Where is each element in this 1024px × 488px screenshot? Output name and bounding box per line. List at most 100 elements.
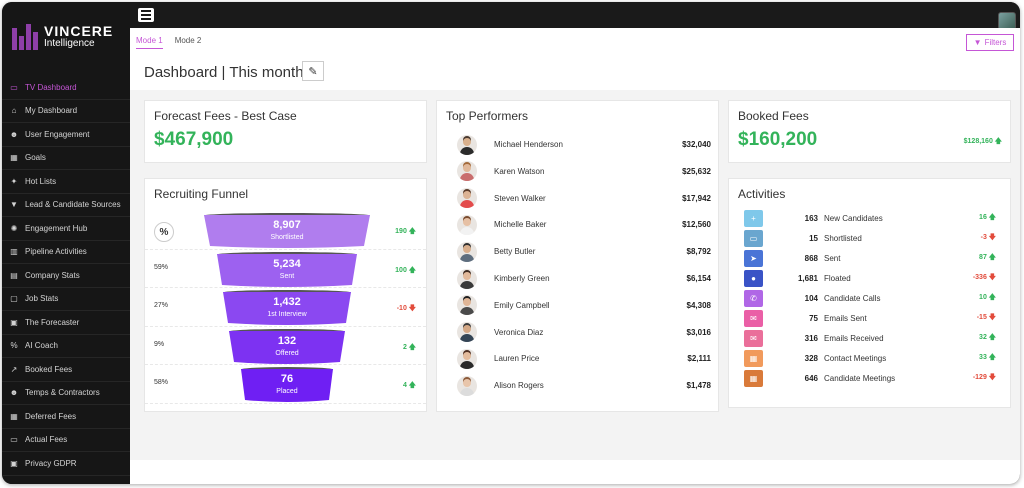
arrow-up-icon: 🡅 — [986, 253, 996, 261]
users-icon: ☻ — [9, 129, 19, 139]
performer-row[interactable]: Michelle Baker $12,560 — [457, 211, 711, 238]
sidebar-item-label: Pipeline Activities — [25, 247, 87, 257]
funnel-delta: 100 🡅 — [395, 266, 416, 277]
sidebar-item-my-dashboard[interactable]: ⌂ My Dashboard — [2, 100, 130, 123]
activity-delta-value: 16 — [979, 213, 987, 221]
activity-count: 328 — [804, 353, 818, 363]
sidebar-item-label: Company Stats — [25, 270, 80, 280]
sidebar-item-deferred-fees[interactable]: ▦ Deferred Fees — [2, 405, 130, 429]
sidebar-item-lead-candidate-sources[interactable]: ▼ Lead & Candidate Sources — [2, 194, 130, 217]
performer-row[interactable]: Alison Rogers $1,478 — [457, 372, 711, 399]
funnel-delta: -10 🡇 — [397, 304, 416, 315]
activity-delta-value: 87 — [979, 253, 987, 261]
funnel-delta-value: 100 — [395, 266, 407, 274]
activity-row[interactable]: +163 New Candidates 16 🡅 — [744, 208, 996, 228]
fire-icon: ✦ — [10, 176, 18, 186]
sidebar-item-hot-lists[interactable]: ✦ Hot Lists — [2, 170, 130, 194]
sidebar-item-actual-fees[interactable]: ▭ Actual Fees — [2, 429, 130, 452]
calendar-icon: ▦ — [744, 349, 763, 367]
activity-row[interactable]: ▦ 328 Contact Meetings 33 🡅 — [744, 348, 996, 368]
sidebar-item-engagement-hub[interactable]: ✺ Engagement Hub — [2, 217, 130, 241]
receipt-icon: ▭ — [10, 435, 18, 445]
activity-delta: 10 🡅 — [979, 293, 996, 304]
percent-icon: % — [10, 341, 18, 351]
performer-amount: $6,154 — [686, 274, 711, 283]
performer-row[interactable]: Karen Watson $25,632 — [457, 158, 711, 185]
activity-delta: 87 🡅 — [979, 253, 996, 264]
menu-icon[interactable] — [138, 8, 154, 22]
tab-mode-1[interactable]: Mode 1 — [136, 36, 163, 49]
funnel-stage-placed[interactable]: 76 Placed — [203, 367, 371, 402]
performer-amount: $1,478 — [686, 381, 711, 391]
activity-count: 15 — [809, 233, 818, 243]
performer-row[interactable]: Emily Campbell $4,308 — [457, 292, 711, 319]
activity-delta: 33 🡅 — [979, 353, 996, 364]
booked-fees-sub-value: $128,160 🡅 — [963, 138, 1002, 145]
funnel-stage-label: Shortlisted — [270, 234, 304, 241]
clipboard-icon: ▢ — [10, 294, 18, 304]
forecast-title: Forecast Fees - Best Case — [154, 109, 297, 123]
funnel-icon: ▼ — [10, 200, 18, 210]
performer-row[interactable]: Veronica Diaz $3,016 — [457, 319, 711, 346]
funnel-stage-1st-interview[interactable]: 1,432 1st Interview — [203, 290, 371, 325]
sidebar-item-user-engagement[interactable]: ☻ User Engagement — [2, 123, 130, 147]
envelope-icon: ✉ — [744, 309, 763, 327]
activity-count: 163 — [804, 213, 818, 223]
funnel-stage-offered[interactable]: 132 Offered — [203, 328, 371, 364]
trend-icon: ↗ — [10, 364, 18, 374]
user-plus-icon: + — [744, 209, 763, 227]
sidebar-item-ai-coach[interactable]: % AI Coach — [2, 335, 130, 358]
activity-delta-value: 33 — [979, 353, 987, 361]
arrow-down-icon: 🡇 — [986, 273, 996, 281]
sidebar-item-label: Lead & Candidate Sources — [25, 200, 121, 210]
activity-count: 104 — [804, 293, 818, 303]
sidebar-item-privacy-gdpr[interactable]: ▣ Privacy GDPR — [2, 452, 130, 476]
performer-row[interactable]: Betty Butler $8,792 — [457, 238, 711, 265]
performer-row[interactable]: Steven Walker $17,942 — [457, 185, 711, 212]
performer-name: Michelle Baker — [494, 220, 547, 230]
sidebar-item-tv-dashboard[interactable]: ▭ TV Dashboard — [2, 76, 130, 100]
activity-label: Floated — [824, 273, 851, 283]
performer-row[interactable]: Michael Henderson $32,040 — [457, 131, 711, 158]
funnel-stage-shortlisted[interactable]: 8,907 Shortlisted — [203, 213, 371, 248]
logo: VINCERE Intelligence — [12, 24, 113, 50]
performer-row[interactable]: Kimberly Green $6,154 — [457, 265, 711, 292]
filters-button[interactable]: ▼ Filters — [966, 34, 1014, 51]
activity-row[interactable]: ● 1,681 Floated -336 🡇 — [744, 268, 996, 288]
activity-label: Emails Sent — [824, 313, 867, 323]
performer-avatar — [457, 134, 477, 155]
performer-avatar — [457, 295, 477, 316]
sidebar-item-the-forecaster[interactable]: ▣ The Forecaster — [2, 311, 130, 335]
tab-mode-2[interactable]: Mode 2 — [175, 36, 202, 49]
edit-icon[interactable]: ✎ — [302, 61, 324, 81]
sidebar-item-temps-contractors[interactable]: ☻ Temps & Contractors — [2, 382, 130, 405]
sidebar-item-job-stats[interactable]: ▢ Job Stats — [2, 288, 130, 311]
arrow-down-icon: 🡇 — [986, 313, 996, 321]
sidebar-item-label: My Dashboard — [25, 106, 78, 116]
funnel-stage-value: 132 — [277, 334, 297, 347]
booked-fees-title: Booked Fees — [738, 109, 809, 123]
activity-row[interactable]: ✆ 104 Candidate Calls 10 🡅 — [744, 288, 996, 308]
sidebar-item-company-stats[interactable]: ▤ Company Stats — [2, 264, 130, 288]
performer-row[interactable]: Lauren Price $2,111 — [457, 345, 711, 372]
activity-row[interactable]: ➤ 868 Sent 87 🡅 — [744, 248, 996, 268]
performer-amount: $25,632 — [682, 166, 711, 176]
funnel-stage-value: 8,907 — [273, 219, 301, 231]
activity-row[interactable]: ✉ 75 Emails Sent -15 🡇 — [744, 308, 996, 328]
activity-delta-value: -15 — [976, 313, 987, 321]
home-icon: ⌂ — [11, 106, 17, 116]
sidebar-item-pipeline-activities[interactable]: ▥ Pipeline Activities — [2, 241, 130, 264]
activity-delta-value: 32 — [979, 333, 987, 341]
performer-amount: $17,942 — [682, 193, 711, 203]
performer-name: Michael Henderson — [494, 140, 563, 149]
sidebar-item-goals[interactable]: ▦ Goals — [2, 147, 130, 170]
activity-row[interactable]: ▦ 646 Candidate Meetings -129 🡇 — [744, 368, 996, 388]
performer-avatar — [457, 322, 477, 343]
performer-amount: $8,792 — [686, 247, 711, 257]
performer-name: Betty Butler — [494, 247, 536, 257]
sidebar-item-booked-fees[interactable]: ↗ Booked Fees — [2, 358, 130, 382]
funnel-stage-sent[interactable]: 5,234 Sent — [203, 251, 371, 287]
activity-row[interactable]: ▭ 15 Shortlisted -3 🡇 — [744, 228, 996, 248]
paper-plane-icon: ➤ — [744, 249, 763, 267]
activity-row[interactable]: ✉ 316 Emails Received 32 🡅 — [744, 328, 996, 348]
